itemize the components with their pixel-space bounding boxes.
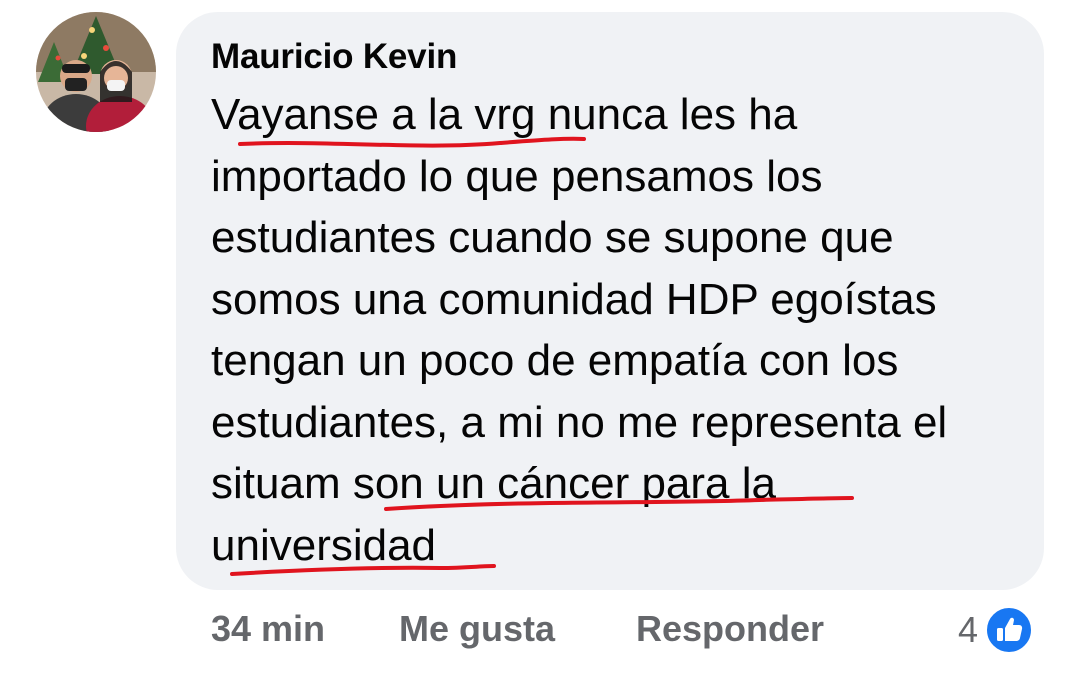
comment-line: Vayanse a la vrg nunca les ha — [211, 90, 798, 139]
avatar[interactable] — [36, 12, 156, 132]
reaction-summary[interactable]: 4 — [958, 602, 1034, 658]
comment-line: universidad — [211, 520, 437, 570]
avatar-photo — [36, 12, 156, 132]
comment-line: situam son un cáncer para la — [211, 459, 776, 508]
comment-line: estudiantes, a mi no me representa el — [211, 397, 948, 447]
comment-line: estudiantes cuando se supone que — [211, 213, 894, 262]
author-name[interactable]: Mauricio Kevin — [211, 37, 457, 77]
thumbs-up-icon — [984, 605, 1034, 655]
comment-line: importado lo que pensamos los — [211, 151, 823, 201]
timestamp[interactable]: 34 min — [211, 608, 325, 650]
comment-line: somos una comunidad HDP egoístas — [211, 274, 937, 324]
like-button[interactable]: Me gusta — [399, 608, 555, 650]
comment-text: Vayanse a la vrg nunca les ha importado … — [211, 84, 1031, 576]
comment-view: Mauricio Kevin Vayanse a la vrg nunca le… — [0, 0, 1080, 694]
reaction-count: 4 — [958, 609, 979, 650]
comment-line: tengan un poco de empatía con los — [211, 336, 899, 385]
reply-button[interactable]: Responder — [636, 608, 824, 650]
